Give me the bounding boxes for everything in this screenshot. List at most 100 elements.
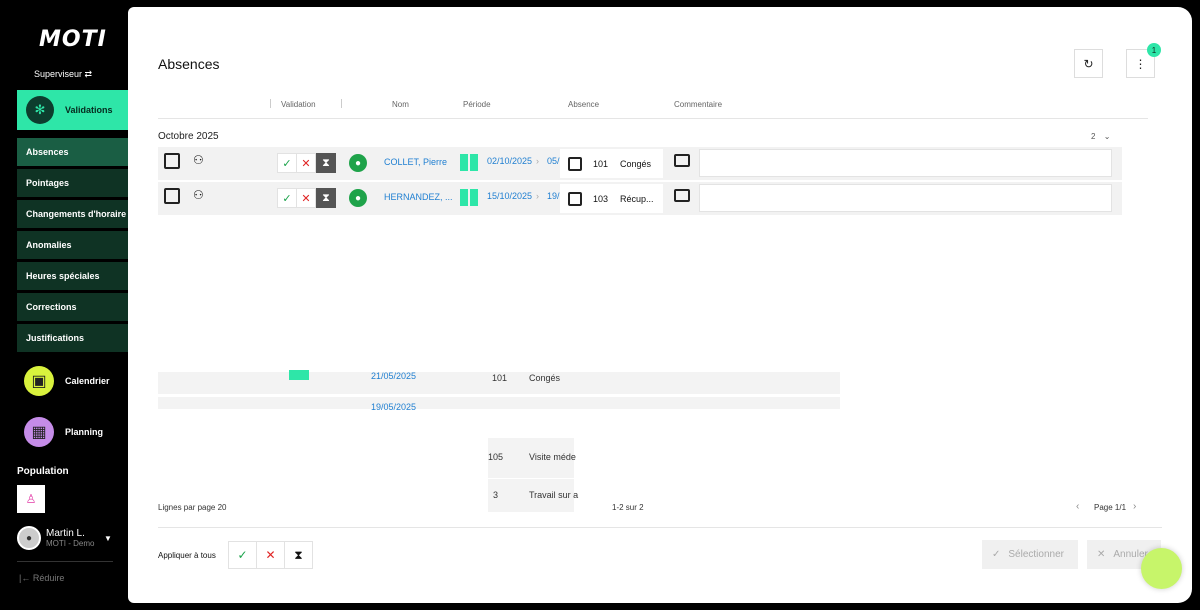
col-validation[interactable]: Validation [281, 100, 316, 109]
sidebar-item-justifications[interactable]: Justifications [17, 324, 128, 352]
ghost-date: 21/05/2025 [371, 371, 417, 381]
table-row[interactable]: ⚇ ✓ ✕ ⧗ ● COLLET, Pierre 02/10/2025 › 05… [158, 147, 1122, 180]
nav-validations[interactable]: ✻ Validations [17, 90, 128, 130]
period-marker [289, 370, 309, 380]
population-title: Population [17, 466, 69, 477]
calendar-leave-icon [164, 153, 180, 169]
swap-icon: ⇄ [84, 69, 93, 79]
ghost-code: 101 [492, 373, 508, 383]
chevron-down-icon[interactable]: ▼ [104, 534, 112, 543]
comment-icon[interactable] [674, 154, 690, 167]
user-icon: ● [349, 189, 367, 207]
comment-input[interactable] [699, 184, 1112, 212]
col-commentaire[interactable]: Commentaire [674, 100, 722, 109]
apply-all-label: Appliquer à tous [158, 551, 216, 560]
notification-badge: 1 [1147, 43, 1161, 57]
ghost-absence: Travail sur a [529, 490, 579, 500]
calendar-icon: ▣ [24, 366, 54, 396]
planning-icon: ▦ [24, 417, 54, 447]
pending-button[interactable]: ⧗ [316, 153, 336, 173]
apply-approve-button[interactable]: ✓ [228, 541, 257, 569]
column-separator [341, 99, 342, 108]
period-marker [470, 154, 478, 171]
divider [17, 561, 113, 562]
approve-button[interactable]: ✓ [277, 188, 297, 208]
reduce-button[interactable]: |← Réduire [19, 573, 64, 583]
group-icon: ⚇ [193, 188, 204, 202]
pending-button[interactable]: ⧗ [316, 188, 336, 208]
list-icon [568, 157, 582, 171]
nav-planning[interactable]: ▦ Planning [24, 417, 103, 447]
apply-pending-button[interactable]: ⧗ [284, 541, 313, 569]
chevron-down-icon: ⌄ [1103, 132, 1111, 141]
result-range: 1-2 sur 2 [612, 503, 644, 512]
group-header[interactable]: Octobre 2025 [158, 131, 219, 142]
sidebar-item-anomalies[interactable]: Anomalies [17, 231, 128, 259]
nav-calendrier-label: Calendrier [65, 376, 110, 386]
period-end[interactable]: 19/ [547, 191, 560, 201]
employee-name-link[interactable]: HERNANDEZ, ... [384, 192, 453, 202]
refresh-button[interactable]: ↻ [1074, 49, 1103, 78]
check-icon: ✓ [992, 549, 1001, 560]
absence-cell: 103 Récup... [560, 184, 663, 213]
user-icon: ● [349, 154, 367, 172]
fab-button[interactable] [1141, 548, 1182, 589]
population-person-icon[interactable]: ♙ [17, 485, 45, 513]
chevron-right-icon: › [536, 156, 539, 166]
absence-code: 103 [593, 194, 609, 204]
main-panel: Absences ↻ ⋮ 1 Validation Nom Période Ab… [128, 7, 1192, 603]
absence-type: Récup... [620, 194, 654, 204]
chevron-right-icon: › [536, 191, 539, 201]
validations-icon: ✻ [26, 96, 54, 124]
approve-button[interactable]: ✓ [277, 153, 297, 173]
comment-input[interactable] [699, 149, 1112, 177]
role-selector[interactable]: Superviseur ⇄ [34, 69, 92, 80]
period-marker [460, 189, 468, 206]
next-page-button[interactable]: › [1133, 501, 1136, 512]
list-icon [568, 192, 582, 206]
group-count[interactable]: 2 ⌄ [1091, 132, 1110, 141]
col-nom[interactable]: Nom [392, 100, 409, 109]
ghost-date: 19/05/2025 [371, 402, 417, 412]
period-start[interactable]: 15/10/2025 [487, 191, 532, 201]
reject-button[interactable]: ✕ [296, 153, 316, 173]
divider [158, 527, 1162, 528]
table-row[interactable]: ⚇ ✓ ✕ ⧗ ● HERNANDEZ, ... 15/10/2025 › 19… [158, 182, 1122, 215]
sidebar-item-heures-speciales[interactable]: Heures spéciales [17, 262, 128, 290]
period-marker [470, 189, 478, 206]
sidebar-item-pointages[interactable]: Pointages [17, 169, 128, 197]
avatar: ● [17, 526, 41, 550]
employee-name-link[interactable]: COLLET, Pierre [384, 157, 447, 167]
more-vertical-icon: ⋮ [1134, 56, 1147, 71]
divider [158, 118, 1148, 119]
prev-page-button[interactable]: ‹ [1076, 501, 1079, 512]
ghost-code: 3 [493, 490, 499, 500]
lines-per-page[interactable]: Lignes par page 20 [158, 503, 227, 512]
period-start[interactable]: 02/10/2025 [487, 156, 532, 166]
ghost-row [158, 397, 840, 409]
col-absence[interactable]: Absence [568, 100, 599, 109]
sidebar-item-changements[interactable]: Changements d'horaire [17, 200, 128, 228]
nav-calendrier[interactable]: ▣ Calendrier [24, 366, 110, 396]
sidebar-item-absences[interactable]: Absences [17, 138, 128, 166]
absence-type: Congés [620, 159, 652, 169]
page-indicator: Page 1/1 [1094, 503, 1127, 512]
comment-icon[interactable] [674, 189, 690, 202]
column-separator [270, 99, 271, 108]
reject-button[interactable]: ✕ [296, 188, 316, 208]
absence-code: 101 [593, 159, 609, 169]
app-logo: MOTI [39, 27, 107, 52]
select-button[interactable]: ✓ Sélectionner [982, 540, 1078, 569]
nav-validations-label: Validations [65, 105, 113, 115]
sidebar: MOTI Superviseur ⇄ ✻ Validations Absence… [0, 0, 128, 610]
close-icon: ✕ [1097, 549, 1106, 560]
absence-cell: 101 Congés [560, 149, 663, 178]
group-icon: ⚇ [193, 153, 204, 167]
period-end[interactable]: 05/ [547, 156, 560, 166]
period-marker [460, 154, 468, 171]
ghost-absence: Congés [529, 373, 561, 383]
apply-reject-button[interactable]: ✕ [256, 541, 285, 569]
col-periode[interactable]: Période [463, 100, 491, 109]
sidebar-item-corrections[interactable]: Corrections [17, 293, 128, 321]
user-menu[interactable]: ● Martin L. MOTI - Demo [17, 526, 94, 550]
